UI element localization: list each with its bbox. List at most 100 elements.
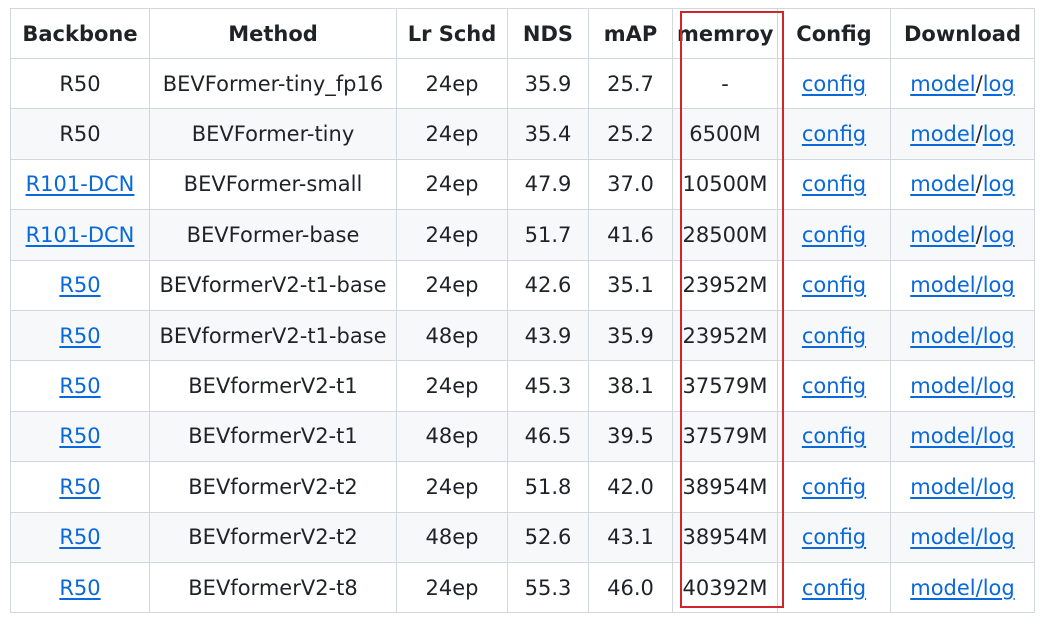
method-cell: BEVformerV2-t1-base — [149, 259, 397, 311]
map-cell: 25.2 — [588, 108, 673, 160]
nds-cell: 43.9 — [507, 309, 589, 362]
memory-cell: 23952M — [672, 309, 778, 362]
map-cell: 25.7 — [588, 57, 673, 110]
method-cell: BEVformerV2-t1 — [149, 410, 397, 463]
memory-cell: 23952M — [672, 259, 778, 311]
header-download: Download — [890, 8, 1035, 59]
backbone-text: R50 — [59, 122, 101, 147]
header-memory: memroy — [672, 8, 778, 59]
download-cell: model/log — [890, 461, 1035, 513]
model-link[interactable]: model — [910, 223, 975, 247]
config-link[interactable]: config — [802, 273, 866, 297]
model-link[interactable]: model/log — [910, 525, 1014, 549]
config-link[interactable]: config — [802, 374, 866, 398]
log-link[interactable]: log — [983, 72, 1015, 96]
table-body: R50 BEVFormer-tiny_fp16 24ep 35.9 25.7- confi… — [10, 57, 1035, 614]
backbone-link[interactable]: R101-DCN — [26, 172, 135, 196]
download-separator: / — [975, 172, 983, 197]
backbone-cell: R101-DCN — [10, 158, 150, 211]
backbone-link[interactable]: R50 — [59, 273, 100, 297]
map-cell: 46.0 — [588, 561, 673, 614]
memory-cell: - — [672, 57, 778, 110]
table-row: R50 BEVformerV2-t1 24ep 45.3 38.1 37579M confi… — [10, 360, 1035, 412]
backbone-link[interactable]: R101-DCN — [26, 223, 135, 247]
backbone-link[interactable]: R50 — [59, 374, 100, 398]
model-link[interactable]: model — [910, 122, 975, 146]
download-cell: model/log — [890, 309, 1035, 362]
backbone-cell: R101-DCN — [10, 209, 150, 261]
download-cell: model/log — [890, 511, 1035, 563]
config-cell: config — [777, 410, 891, 463]
model-link[interactable]: model — [910, 172, 975, 196]
table-row: R50 BEVformerV2-t1-base 24ep 42.6 35.1 23952M… — [10, 259, 1035, 311]
map-cell: 42.0 — [588, 461, 673, 513]
table-row: R50 BEVformerV2-t1 48ep 46.5 39.5 37579M confi… — [10, 410, 1035, 463]
config-link[interactable]: config — [802, 172, 866, 196]
nds-cell: 46.5 — [507, 410, 589, 463]
memory-cell: 10500M — [672, 158, 778, 211]
config-link[interactable]: config — [802, 475, 866, 499]
download-cell: model/log — [890, 209, 1035, 261]
nds-cell: 52.6 — [507, 511, 589, 563]
config-link[interactable]: config — [802, 72, 866, 96]
config-cell: config — [777, 360, 891, 412]
table-row: R101-DCN BEVFormer-small 24ep 47.9 37.0 10500… — [10, 158, 1035, 211]
memory-cell: 37579M — [672, 410, 778, 463]
model-link[interactable]: model/log — [910, 576, 1014, 600]
map-cell: 43.1 — [588, 511, 673, 563]
lr-schd-cell: 24ep — [396, 158, 508, 211]
nds-cell: 35.4 — [507, 108, 589, 160]
backbone-cell: R50 — [10, 511, 150, 563]
backbone-link[interactable]: R50 — [59, 525, 100, 549]
backbone-cell: R50 — [10, 259, 150, 311]
map-cell: 39.5 — [588, 410, 673, 463]
lr-schd-cell: 24ep — [396, 209, 508, 261]
config-link[interactable]: config — [802, 223, 866, 247]
model-link[interactable]: model/log — [910, 475, 1014, 499]
method-cell: BEVFormer-tiny — [149, 108, 397, 160]
download-separator: / — [975, 222, 983, 247]
table-header: Backbone Method Lr Schd NDS mAP memroy C… — [10, 8, 1035, 59]
backbone-cell: R50 — [10, 561, 150, 614]
header-map: mAP — [588, 8, 673, 59]
config-link[interactable]: config — [802, 122, 866, 146]
backbone-link[interactable]: R50 — [59, 424, 100, 448]
model-link[interactable]: model/log — [910, 424, 1014, 448]
download-cell: model/log — [890, 360, 1035, 412]
table-row: R50 BEVFormer-tiny_fp16 24ep 35.9 25.7- confi… — [10, 57, 1035, 110]
download-cell: model/log — [890, 259, 1035, 311]
lr-schd-cell: 24ep — [396, 57, 508, 110]
nds-cell: 35.9 — [507, 57, 589, 110]
map-cell: 38.1 — [588, 360, 673, 412]
model-link[interactable]: model/log — [910, 374, 1014, 398]
config-cell: config — [777, 461, 891, 513]
config-link[interactable]: config — [802, 324, 866, 348]
backbone-link[interactable]: R50 — [59, 324, 100, 348]
log-link[interactable]: log — [983, 223, 1015, 247]
log-link[interactable]: log — [983, 172, 1015, 196]
model-link[interactable]: model — [910, 72, 975, 96]
memory-cell: 28500M — [672, 209, 778, 261]
memory-cell: 38954M — [672, 461, 778, 513]
backbone-link[interactable]: R50 — [59, 475, 100, 499]
download-cell: model/log — [890, 410, 1035, 463]
config-link[interactable]: config — [802, 576, 866, 600]
model-link[interactable]: model/log — [910, 324, 1014, 348]
backbone-link[interactable]: R50 — [59, 576, 100, 600]
header-nds: NDS — [507, 8, 589, 59]
config-link[interactable]: config — [802, 525, 866, 549]
lr-schd-cell: 24ep — [396, 108, 508, 160]
lr-schd-cell: 24ep — [396, 259, 508, 311]
model-link[interactable]: model/log — [910, 273, 1014, 297]
download-separator: / — [975, 122, 983, 147]
header-lr-schd: Lr Schd — [396, 8, 508, 59]
header-row: Backbone Method Lr Schd NDS mAP memroy C… — [10, 8, 1035, 59]
config-cell: config — [777, 511, 891, 563]
backbone-cell: R50 — [10, 57, 150, 110]
download-cell: model/log — [890, 158, 1035, 211]
log-link[interactable]: log — [983, 122, 1015, 146]
method-cell: BEVFormer-small — [149, 158, 397, 211]
results-table-container: Backbone Method Lr Schd NDS mAP memroy C… — [10, 8, 1035, 614]
header-config: Config — [777, 8, 891, 59]
config-link[interactable]: config — [802, 424, 866, 448]
